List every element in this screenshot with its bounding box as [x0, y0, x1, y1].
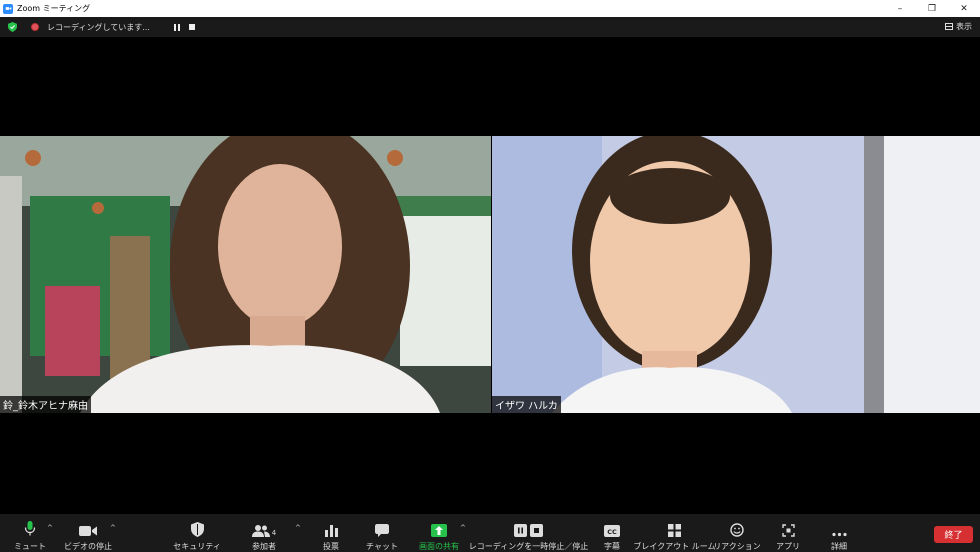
title-bar: Zoom ミーティング – ❐ ✕ [0, 0, 980, 17]
recording-indicator-icon [31, 23, 39, 31]
share-options-caret-icon[interactable]: ^ [460, 524, 466, 532]
view-grid-icon [945, 23, 953, 30]
share-screen-label: 画面の共有 [419, 542, 459, 551]
meeting-toolbar: ミュート ^ ビデオの停止 ^ セキュリティ 4 参加者 ^ 投票 チャット 画… [0, 514, 980, 552]
window-title: Zoom ミーティング [17, 4, 91, 13]
closed-caption-icon: CC [604, 525, 620, 537]
share-screen-arrow-icon [431, 524, 447, 537]
more-dots-icon [831, 532, 847, 537]
security-shield-icon [190, 522, 204, 537]
chat-bubble-icon [375, 524, 389, 537]
chat-label: チャット [366, 542, 398, 551]
recording-control-label: レコーディングを一時停止／停止 [468, 542, 589, 551]
participant-1-video [0, 136, 491, 413]
stop-video-label: ビデオの停止 [64, 542, 112, 551]
more-button[interactable]: 詳細 [804, 520, 874, 552]
participant-name-label: イザワ ハルカ [492, 396, 561, 413]
apps-label: アプリ [776, 542, 800, 551]
encryption-shield-icon[interactable] [8, 22, 17, 32]
security-button[interactable]: セキュリティ [162, 520, 232, 552]
close-button[interactable]: ✕ [948, 0, 980, 17]
recording-control-button[interactable]: レコーディングを一時停止／停止 [469, 520, 588, 552]
apps-icon [781, 524, 795, 537]
minimize-button[interactable]: – [884, 0, 916, 17]
participants-count: 4 [271, 529, 277, 537]
recording-status-text: レコーディングしています... [47, 22, 150, 32]
audio-options-caret-icon[interactable]: ^ [47, 524, 53, 532]
stop-recording-icon [530, 524, 543, 537]
mute-label: ミュート [14, 542, 46, 551]
video-options-caret-icon[interactable]: ^ [110, 524, 116, 532]
breakout-rooms-grid-icon [668, 524, 681, 537]
polls-bar-chart-icon [324, 525, 338, 537]
svg-text:CC: CC [607, 528, 617, 536]
video-tile-participant-2[interactable]: イザワ ハルカ [492, 136, 980, 413]
view-button-label: 表示 [956, 22, 972, 31]
pause-recording-icon[interactable] [173, 23, 180, 31]
window-controls: – ❐ ✕ [884, 0, 980, 17]
participants-button[interactable]: 4 参加者 [229, 520, 299, 552]
participant-2-video [492, 136, 980, 413]
participants-icon [251, 525, 270, 537]
meeting-status-bar: レコーディングしています... 表示 [0, 17, 980, 37]
security-label: セキュリティ [173, 542, 221, 551]
microphone-icon [24, 521, 36, 536]
participant-name-label: 鈴_鈴木アヒナ麻由 [0, 396, 91, 413]
restore-button[interactable]: ❐ [916, 0, 948, 17]
end-meeting-button[interactable]: 終了 [934, 526, 973, 543]
more-label: 詳細 [831, 542, 847, 551]
zoom-logo-icon [3, 3, 13, 14]
reactions-smiley-icon [730, 523, 744, 537]
participants-label: 参加者 [252, 542, 276, 551]
pause-recording-icon [514, 524, 527, 537]
video-tile-participant-1[interactable]: 鈴_鈴木アヒナ麻由 [0, 136, 491, 413]
polls-label: 投票 [323, 542, 339, 551]
video-camera-icon [79, 526, 97, 536]
captions-label: 字幕 [604, 542, 620, 551]
stop-recording-icon[interactable] [188, 24, 195, 30]
view-button[interactable]: 表示 [945, 21, 972, 32]
